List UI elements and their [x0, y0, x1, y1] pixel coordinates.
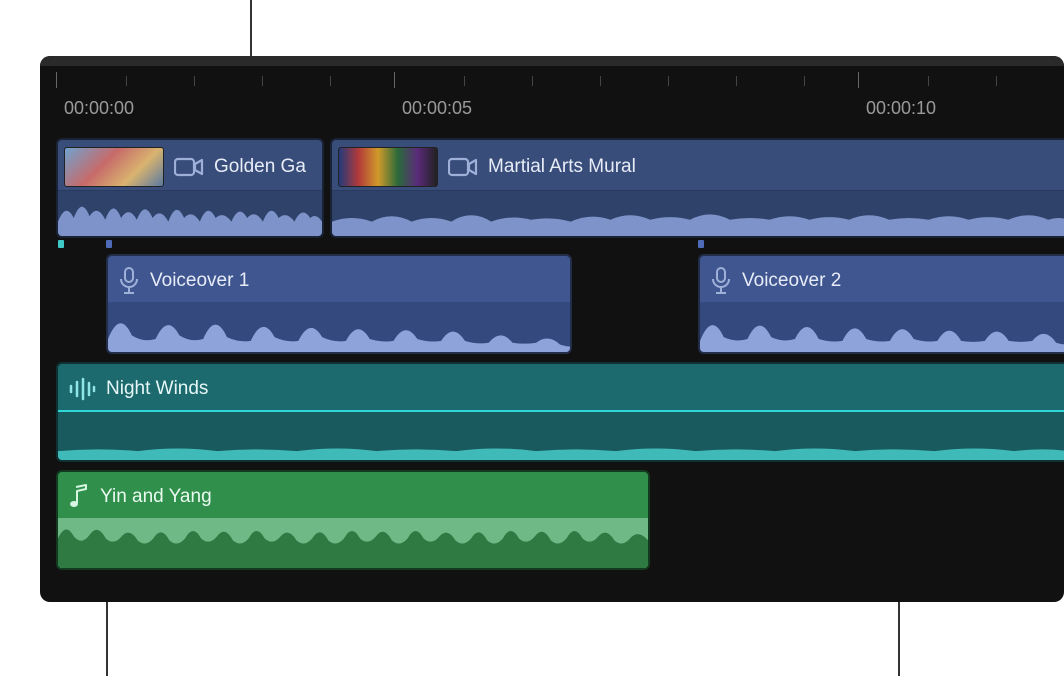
- video-clip-2[interactable]: Martial Arts Mural: [330, 138, 1064, 238]
- camera-icon: [174, 156, 204, 178]
- clip-waveform: [700, 302, 1064, 352]
- clip-waveform: [332, 190, 1064, 236]
- clip-title: Golden Ga: [214, 156, 306, 178]
- clip-title: Night Winds: [106, 378, 208, 400]
- clip-title: Yin and Yang: [100, 486, 212, 508]
- clip-title: Voiceover 2: [742, 270, 841, 292]
- clip-title: Voiceover 1: [150, 270, 249, 292]
- microphone-icon: [118, 267, 140, 295]
- video-clip-1[interactable]: Golden Ga: [56, 138, 324, 238]
- clip-thumbnail: [64, 147, 164, 187]
- sfx-clip-1[interactable]: Night Winds: [56, 362, 1064, 462]
- ruler-tick-minor: [996, 76, 997, 86]
- microphone-icon: [710, 267, 732, 295]
- clip-connector: [106, 240, 112, 248]
- ruler-tick-minor: [532, 76, 533, 86]
- ruler-tick-minor: [194, 76, 195, 86]
- ruler-tick-minor: [668, 76, 669, 86]
- ruler-tick-minor: [330, 76, 331, 86]
- music-note-icon: [68, 484, 90, 510]
- ruler-tick-minor: [262, 76, 263, 86]
- ruler-timecode-label: 00:00:00: [64, 98, 134, 119]
- ruler-timecode-label: 00:00:10: [866, 98, 936, 119]
- ruler-tick-major: [56, 72, 57, 88]
- clip-connector: [698, 240, 704, 248]
- timeline-panel[interactable]: 00:00:00 00:00:05 00:00:10 Golden Ga Marti…: [40, 56, 1064, 602]
- voice-clip-1[interactable]: Voiceover 1: [106, 254, 572, 354]
- clip-thumbnail: [338, 147, 438, 187]
- clip-waveform: [58, 518, 648, 568]
- callout-line-bottom-right: [898, 602, 900, 676]
- ruler-tick-minor: [464, 76, 465, 86]
- ruler-tick-minor: [928, 76, 929, 86]
- panel-topbar: [40, 56, 1064, 66]
- clip-waveform: [58, 190, 322, 236]
- camera-icon: [448, 156, 478, 178]
- ruler-tick-minor: [736, 76, 737, 86]
- music-clip-1[interactable]: Yin and Yang: [56, 470, 650, 570]
- clip-title: Martial Arts Mural: [488, 156, 636, 178]
- ruler-tick-major: [394, 72, 395, 88]
- sound-bars-icon: [68, 377, 96, 401]
- timeline-ruler[interactable]: 00:00:00 00:00:05 00:00:10: [40, 66, 1064, 128]
- ruler-tick-minor: [126, 76, 127, 86]
- callout-line-bottom-left: [106, 602, 108, 676]
- callout-line-top: [250, 0, 252, 56]
- ruler-tick-minor: [804, 76, 805, 86]
- voice-clip-2[interactable]: Voiceover 2: [698, 254, 1064, 354]
- ruler-tick-minor: [600, 76, 601, 86]
- ruler-tick-major: [858, 72, 859, 88]
- clip-waveform: [108, 302, 570, 352]
- clip-connector: [58, 240, 64, 248]
- ruler-timecode-label: 00:00:05: [402, 98, 472, 119]
- clip-waveform: [58, 410, 1064, 460]
